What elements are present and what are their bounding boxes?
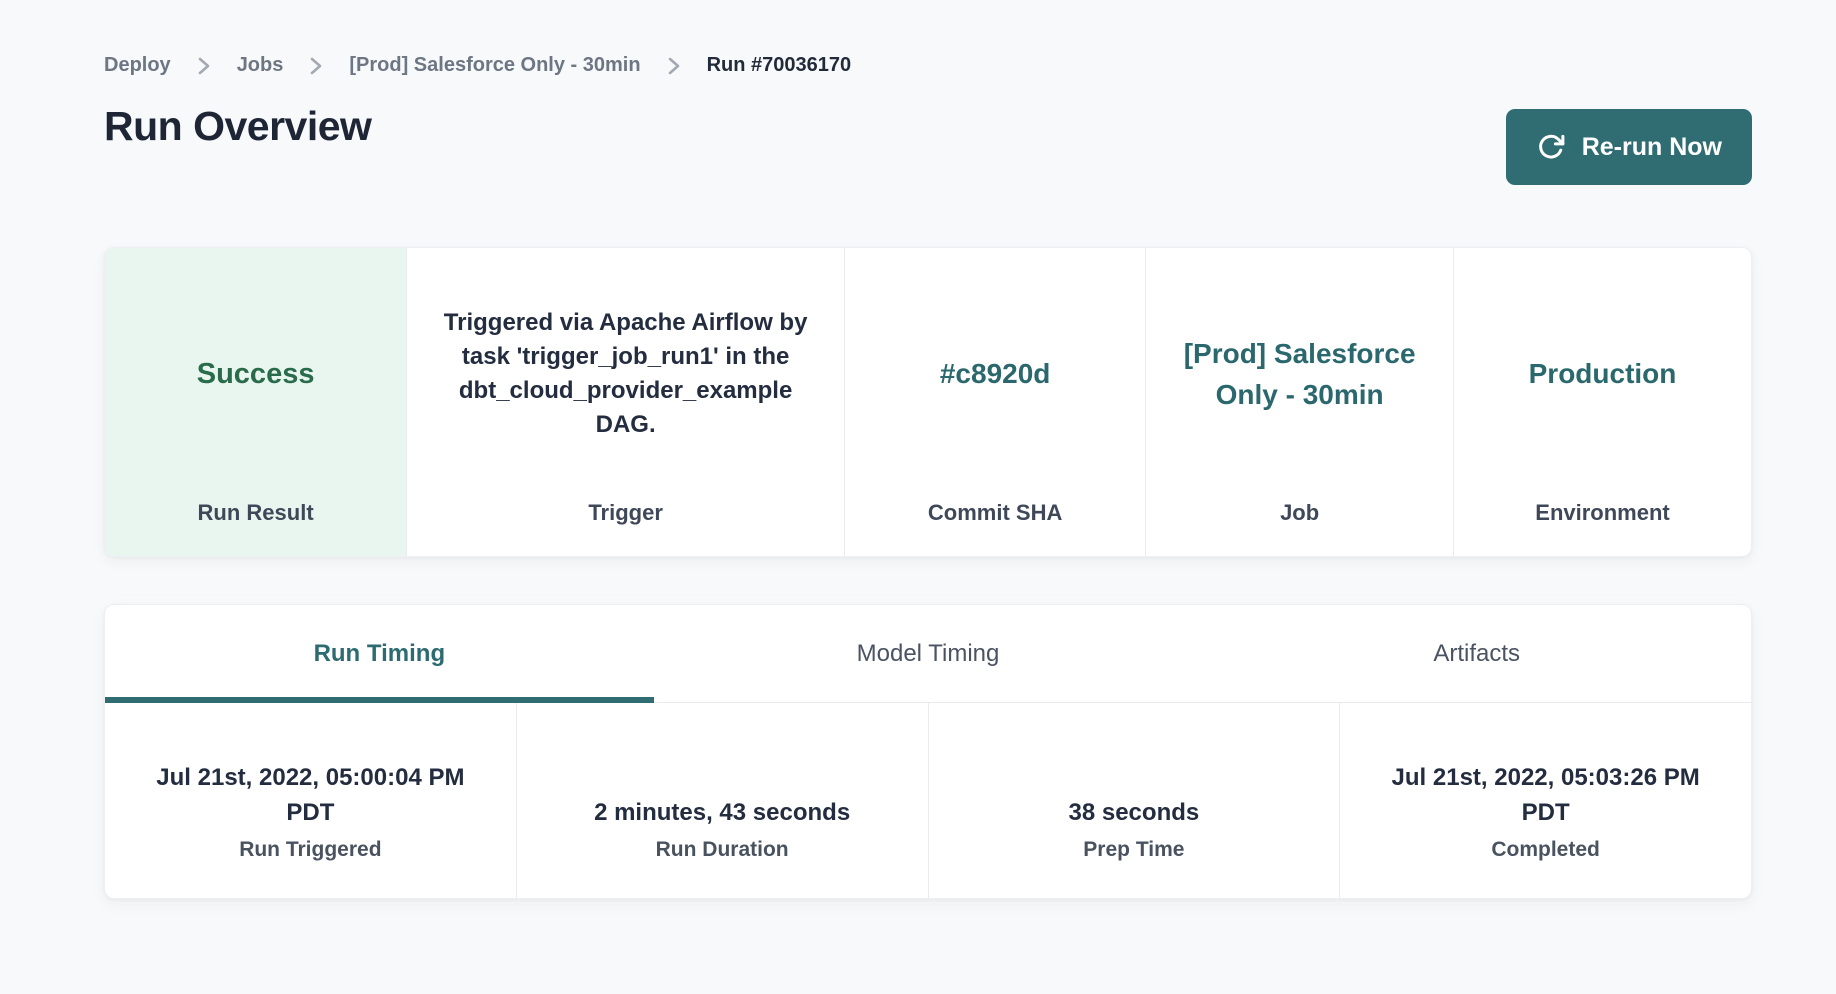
page-title: Run Overview	[104, 103, 371, 150]
job-label: Job	[1168, 500, 1431, 556]
refresh-icon	[1536, 132, 1566, 162]
trigger-label: Trigger	[429, 500, 822, 556]
page-header: Run Overview Re-run Now	[104, 103, 1752, 185]
job-card: [Prod] Salesforce Only - 30min Job	[1145, 248, 1453, 556]
run-summary-cards: Success Run Result Triggered via Apache …	[104, 247, 1752, 557]
rerun-now-button-label: Re-run Now	[1582, 133, 1722, 162]
tab-artifacts[interactable]: Artifacts	[1202, 605, 1751, 702]
run-detail-panel: Run Timing Model Timing Artifacts Jul 21…	[104, 604, 1752, 899]
breadcrumb-deploy[interactable]: Deploy	[104, 54, 171, 77]
run-triggered-label: Run Triggered	[239, 838, 381, 862]
commit-sha-link[interactable]: #c8920d	[940, 353, 1051, 394]
rerun-now-button[interactable]: Re-run Now	[1506, 109, 1752, 185]
run-duration-value: 2 minutes, 43 seconds	[594, 796, 850, 831]
tab-model-timing[interactable]: Model Timing	[654, 605, 1203, 702]
run-overview-page: Deploy Jobs [Prod] Salesforce Only - 30m…	[0, 0, 1836, 994]
breadcrumb-job-name[interactable]: [Prod] Salesforce Only - 30min	[349, 54, 640, 77]
environment-link[interactable]: Production	[1529, 353, 1677, 394]
breadcrumb-jobs[interactable]: Jobs	[237, 54, 284, 77]
tab-bar: Run Timing Model Timing Artifacts	[105, 605, 1751, 703]
chevron-right-icon	[309, 57, 323, 75]
trigger-value: Triggered via Apache Airflow by task 'tr…	[429, 306, 822, 442]
run-result-card: Success Run Result	[105, 248, 406, 556]
chevron-right-icon	[667, 57, 681, 75]
completed-value: Jul 21st, 2022, 05:03:26 PM PDT	[1364, 761, 1727, 831]
prep-time-value: 38 seconds	[1069, 796, 1200, 831]
run-duration-label: Run Duration	[656, 838, 789, 862]
commit-sha-label: Commit SHA	[867, 500, 1123, 556]
completed-label: Completed	[1491, 838, 1600, 862]
commit-sha-card: #c8920d Commit SHA	[844, 248, 1145, 556]
breadcrumb-run-number: Run #70036170	[707, 54, 852, 77]
run-result-label: Run Result	[127, 500, 384, 556]
completed-cell: Jul 21st, 2022, 05:03:26 PM PDT Complete…	[1339, 703, 1751, 898]
prep-time-label: Prep Time	[1083, 838, 1184, 862]
run-triggered-value: Jul 21st, 2022, 05:00:04 PM PDT	[129, 761, 492, 831]
environment-card: Production Environment	[1453, 248, 1751, 556]
tab-run-timing[interactable]: Run Timing	[105, 605, 654, 702]
prep-time-cell: 38 seconds Prep Time	[928, 703, 1340, 898]
run-timing-row: Jul 21st, 2022, 05:00:04 PM PDT Run Trig…	[105, 703, 1751, 898]
environment-label: Environment	[1476, 500, 1729, 556]
run-triggered-cell: Jul 21st, 2022, 05:00:04 PM PDT Run Trig…	[105, 703, 516, 898]
job-link[interactable]: [Prod] Salesforce Only - 30min	[1168, 333, 1431, 416]
run-result-value: Success	[197, 358, 315, 391]
chevron-right-icon	[197, 57, 211, 75]
trigger-card: Triggered via Apache Airflow by task 'tr…	[406, 248, 844, 556]
breadcrumb: Deploy Jobs [Prod] Salesforce Only - 30m…	[104, 0, 1752, 77]
run-duration-cell: 2 minutes, 43 seconds Run Duration	[516, 703, 928, 898]
